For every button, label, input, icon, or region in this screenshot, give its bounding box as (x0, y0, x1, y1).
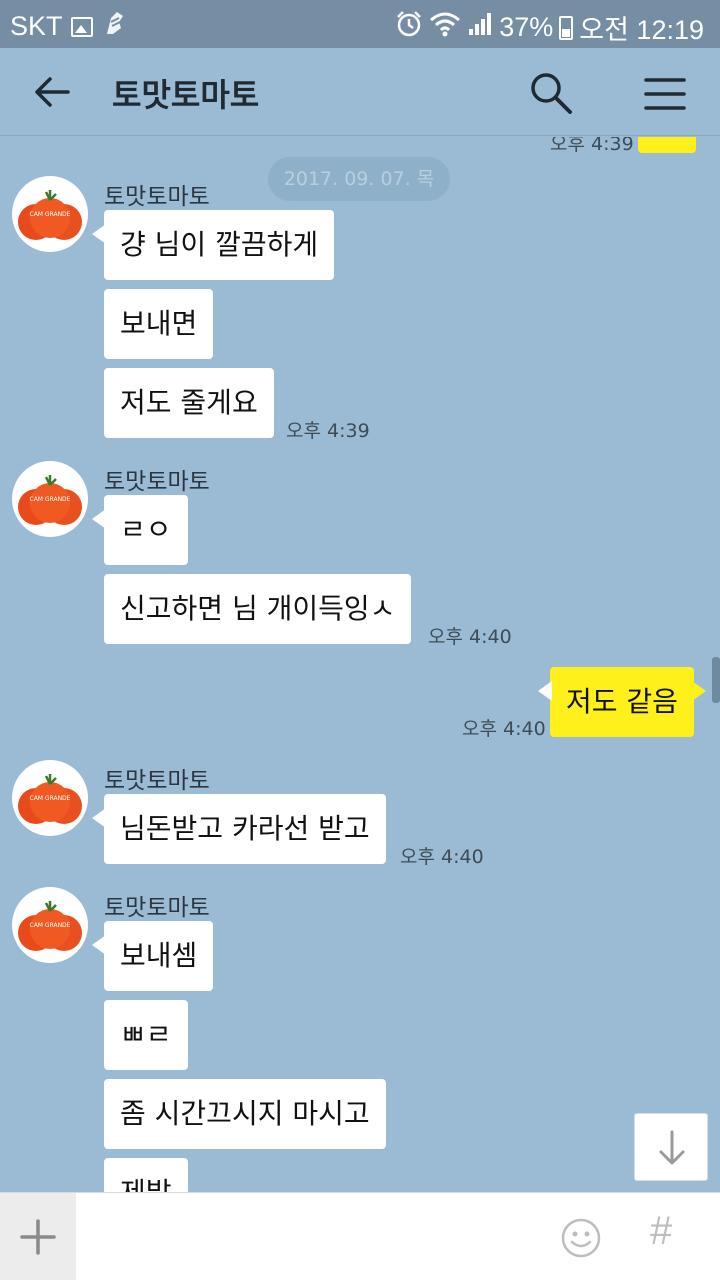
sender-name: 토맛토마토 (104, 184, 210, 210)
message-bubble[interactable]: ㅃㄹ (104, 1000, 188, 1070)
arrow-down-icon (659, 1130, 685, 1165)
search-icon (531, 73, 572, 114)
attach-button[interactable] (0, 1193, 76, 1280)
message-time: 오후 4:39 (550, 137, 634, 155)
message-time: 오후 4:40 (428, 626, 512, 648)
message-bubble[interactable]: 걍 님이 깔끔하게 (91, 210, 335, 280)
carrier-label: SKT (10, 11, 63, 41)
chat-message-list[interactable]: 오후 4:39 2017. 09. 07. 목 CAM GRANDE 토맛토마토… (0, 137, 720, 1192)
message-bubble[interactable]: 저도 줄게요 (104, 368, 274, 438)
sender-name: 토맛토마토 (104, 768, 210, 794)
avatar[interactable]: CAM GRANDE (12, 887, 88, 963)
plus-icon (20, 1219, 56, 1255)
sender-name: 토맛토마토 (104, 469, 210, 495)
tomato-avatar-icon: CAM GRANDE (18, 901, 82, 951)
signal-icon (467, 11, 493, 44)
chat-title: 토맛토마토 (112, 76, 260, 114)
hamburger-menu-icon (644, 78, 686, 110)
message-bubble[interactable]: 신고하면 님 개이득잉ㅅ (104, 574, 412, 644)
notification-icon (101, 8, 127, 45)
message-time: 오후 4:39 (286, 420, 370, 442)
chat-header: 토맛토마토 (0, 48, 720, 136)
wifi-icon (429, 11, 461, 44)
message-time: 오후 4:40 (400, 846, 484, 868)
message-bubble[interactable]: 제발 (104, 1158, 188, 1192)
sender-name: 토맛토마토 (104, 895, 210, 921)
tomato-avatar-icon: CAM GRANDE (18, 774, 82, 824)
menu-button[interactable] (640, 72, 690, 116)
my-message-bubble[interactable] (638, 137, 696, 153)
emoticon-button[interactable] (560, 1217, 602, 1259)
avatar-logo-text: CAM GRANDE (30, 211, 71, 218)
message-input[interactable] (90, 1207, 540, 1267)
avatar-logo-text: CAM GRANDE (30, 795, 71, 802)
message-time: 오후 4:40 (462, 718, 546, 740)
avatar-logo-text: CAM GRANDE (30, 922, 71, 929)
message-bubble[interactable]: 좀 시간끄시지 마시고 (104, 1079, 386, 1149)
tomato-avatar-icon: CAM GRANDE (18, 475, 82, 525)
tomato-avatar-icon: CAM GRANDE (18, 190, 82, 240)
back-button[interactable] (30, 70, 74, 114)
smiley-icon (561, 1218, 601, 1258)
message-bubble[interactable]: 님돈받고 카라선 받고 (92, 794, 386, 864)
my-message-bubble[interactable]: 저도 같음 (538, 667, 706, 737)
alarm-icon (395, 10, 423, 45)
scroll-to-bottom-button[interactable] (634, 1113, 708, 1181)
avatar[interactable]: CAM GRANDE (12, 760, 88, 836)
search-button[interactable] (526, 68, 576, 118)
hashtag-search-button[interactable]: # (650, 1209, 690, 1265)
message-input-bar: # (0, 1192, 720, 1280)
message-bubble[interactable]: ㄹㅇ (92, 495, 188, 565)
clock: 오전 12:19 (579, 15, 704, 45)
avatar[interactable]: CAM GRANDE (12, 461, 88, 537)
battery-icon (559, 15, 574, 40)
battery-percent: 37% (499, 12, 554, 42)
gallery-notification-icon (70, 16, 93, 37)
avatar[interactable]: CAM GRANDE (12, 176, 88, 252)
status-bar: SKT 37% 오전 12:19 (0, 0, 720, 48)
avatar-logo-text: CAM GRANDE (30, 496, 71, 503)
message-bubble[interactable]: 보내면 (104, 289, 214, 359)
message-bubble[interactable]: 보내셈 (91, 921, 214, 991)
scrollbar-thumb[interactable] (712, 657, 720, 703)
back-arrow-icon (35, 77, 70, 107)
date-divider: 2017. 09. 07. 목 (268, 157, 450, 201)
